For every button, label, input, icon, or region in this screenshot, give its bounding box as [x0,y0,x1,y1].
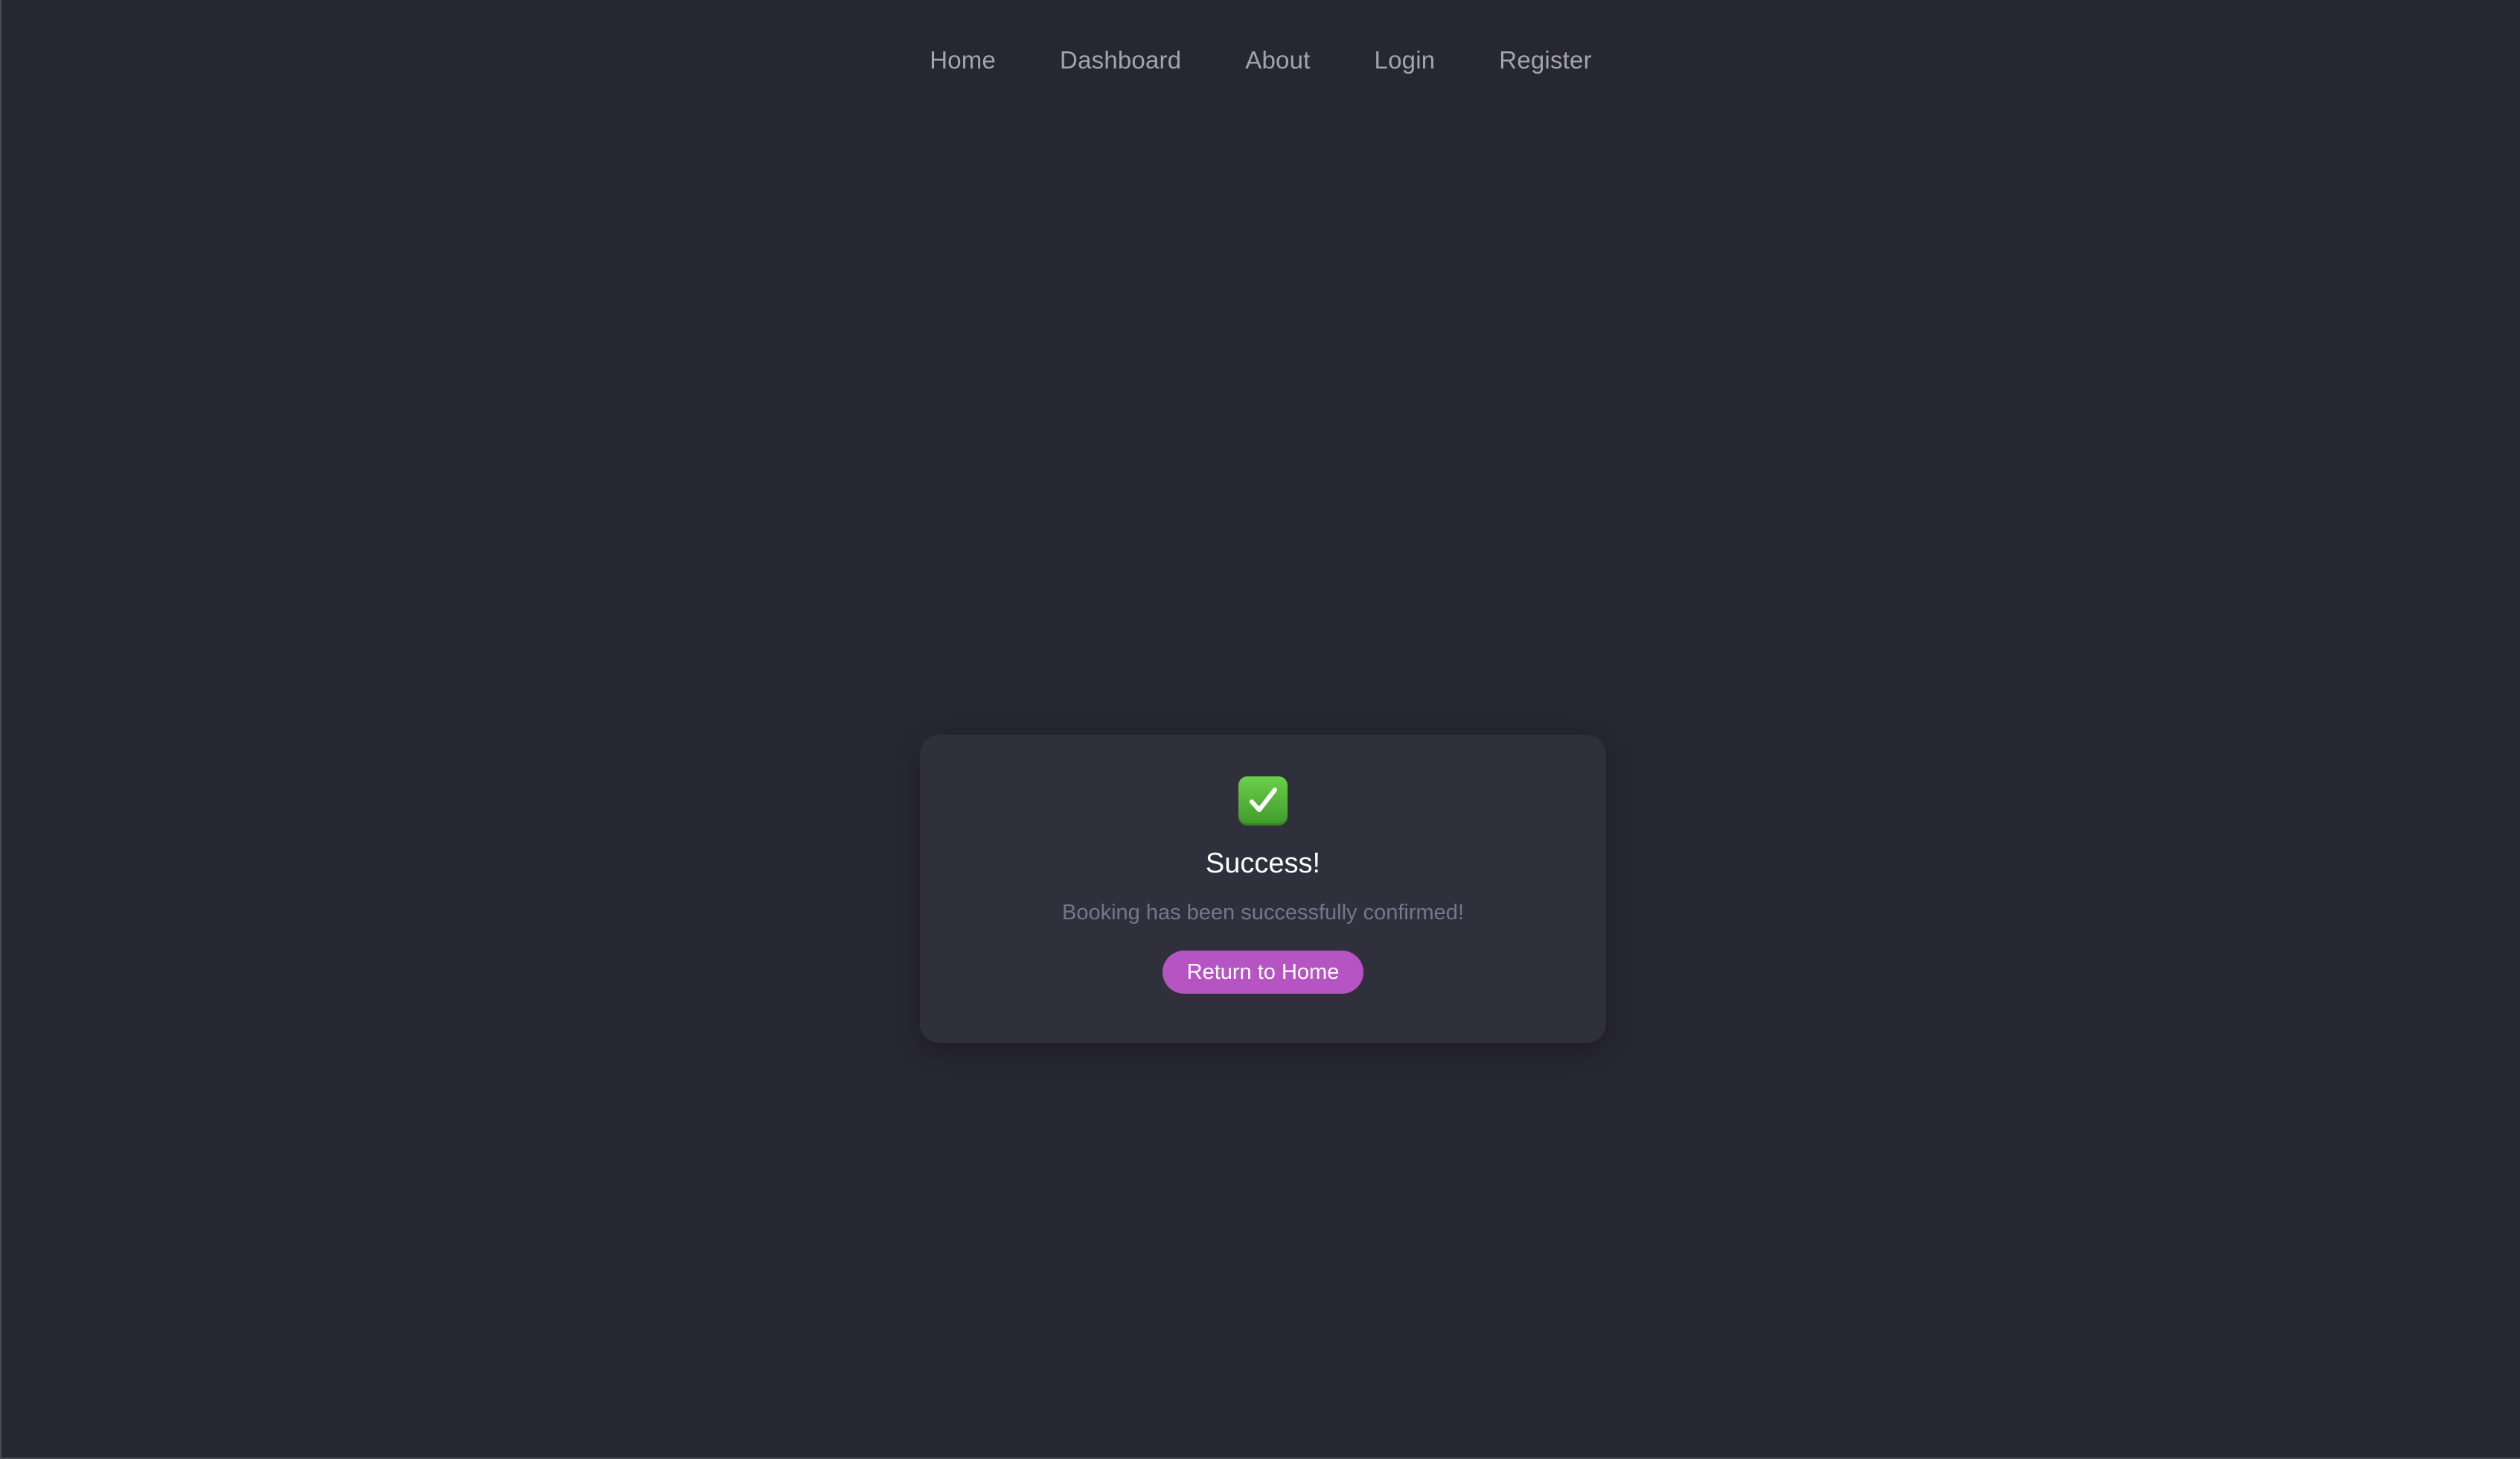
nav-login[interactable]: Login [1375,46,1436,74]
return-home-button[interactable]: Return to Home [1163,951,1363,994]
top-nav: Home Dashboard About Login Register [1,0,2520,121]
nav-register[interactable]: Register [1499,46,1591,74]
success-message: Booking has been successfully confirmed! [1061,901,1464,925]
success-card: Success! Booking has been successfully c… [920,735,1606,1043]
nav-about[interactable]: About [1245,46,1310,74]
check-mark-glyph [1250,788,1277,812]
success-title: Success! [1205,848,1321,879]
check-mark-icon [1238,776,1288,826]
nav-dashboard[interactable]: Dashboard [1060,46,1181,74]
nav-home[interactable]: Home [930,46,996,74]
app-page: Home Dashboard About Login Register Succ… [0,0,2520,1459]
